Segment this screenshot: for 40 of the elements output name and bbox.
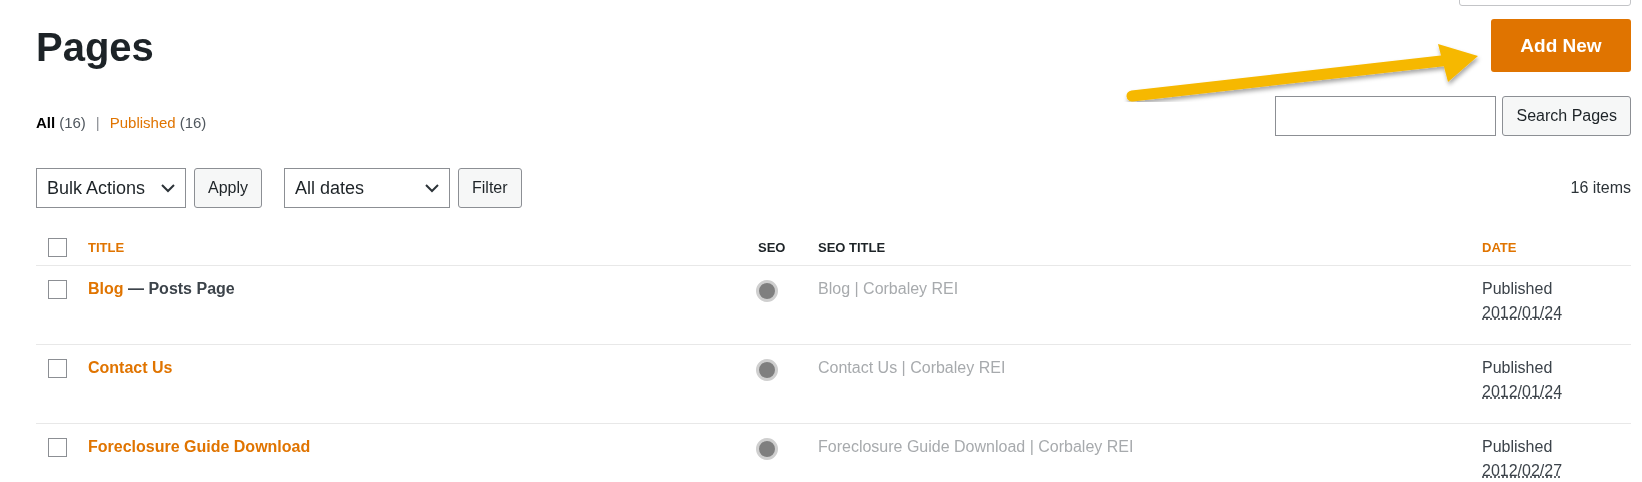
checkbox[interactable] bbox=[48, 280, 67, 299]
view-link[interactable]: All bbox=[36, 113, 56, 131]
publish-date: 2012/01/24 bbox=[1482, 383, 1563, 401]
search-button[interactable]: Search Pages bbox=[1502, 96, 1631, 136]
column-header: SEO TITLE bbox=[818, 240, 886, 255]
checkbox[interactable] bbox=[48, 238, 67, 257]
page-title: Pages bbox=[36, 25, 154, 70]
view-link[interactable]: Published bbox=[109, 113, 176, 131]
seo-status-icon bbox=[756, 359, 778, 381]
seo-status-icon bbox=[756, 438, 778, 460]
seo-title: Foreclosure Guide Download | Corbaley REI bbox=[818, 438, 1134, 456]
publish-date: 2012/02/27 bbox=[1482, 462, 1563, 480]
seo-title: Blog | Corbaley REI bbox=[818, 280, 959, 298]
column-header[interactable]: DATE bbox=[1482, 240, 1517, 255]
view-count: (16) bbox=[179, 113, 207, 131]
chevron-icon bbox=[425, 183, 440, 193]
page-title-text: Blog — Posts Page bbox=[88, 280, 235, 298]
checkbox[interactable] bbox=[48, 438, 67, 457]
item-count: 16 items bbox=[1570, 179, 1631, 197]
publish-date: 2012/01/24 bbox=[1482, 304, 1563, 322]
publish-status: Published bbox=[1482, 280, 1554, 298]
page-link[interactable]: Blog bbox=[88, 280, 124, 297]
seo-title: Contact Us | Corbaley REI bbox=[818, 359, 1006, 377]
separator: | bbox=[95, 113, 100, 131]
filter-button[interactable]: Filter bbox=[458, 168, 522, 208]
column-header[interactable]: TITLE bbox=[88, 240, 125, 255]
column-header: SEO bbox=[758, 240, 786, 255]
seo-status-icon bbox=[756, 280, 778, 302]
page-link[interactable]: Contact Us bbox=[88, 359, 173, 377]
apply-button[interactable]: Apply bbox=[194, 168, 263, 208]
publish-status: Published bbox=[1482, 359, 1554, 377]
search-field[interactable] bbox=[1275, 96, 1497, 136]
view-count: (16) bbox=[59, 113, 86, 131]
chevron-icon bbox=[161, 183, 175, 193]
checkbox[interactable] bbox=[48, 359, 67, 378]
bulk-actions-dropdown[interactable]: Bulk Actions bbox=[36, 168, 186, 208]
page-link[interactable]: Foreclosure Guide Download bbox=[88, 438, 311, 456]
date-dropdown[interactable]: All dates bbox=[284, 168, 451, 208]
publish-status: Published bbox=[1482, 438, 1554, 456]
add-new-button[interactable]: Add New bbox=[1491, 19, 1631, 72]
